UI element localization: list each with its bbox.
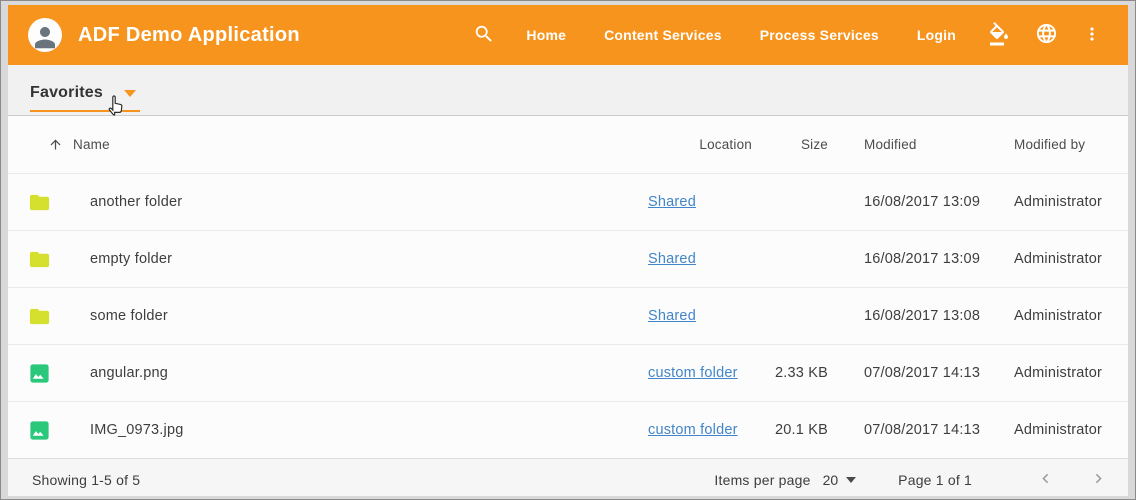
folder-icon: [28, 248, 76, 271]
folder-icon: [28, 305, 76, 328]
document-list: Name Location Size Modified Modified by …: [8, 116, 1128, 458]
modified-date: 07/08/2017 14:13: [828, 422, 1014, 438]
items-per-page: Items per page 20: [714, 468, 856, 492]
main-nav: Home Content Services Process Services L…: [507, 17, 975, 53]
language-button[interactable]: [1023, 16, 1070, 54]
nav-process-services[interactable]: Process Services: [741, 17, 898, 53]
modified-date: 16/08/2017 13:09: [828, 251, 1014, 267]
file-name: angular.png: [76, 365, 648, 381]
location-link[interactable]: Shared: [648, 308, 696, 324]
modified-by: Administrator: [1014, 365, 1114, 381]
items-per-page-select[interactable]: 20: [823, 468, 857, 492]
chevron-left-icon: [1036, 469, 1055, 491]
modified-date: 07/08/2017 14:13: [828, 365, 1014, 381]
app-title: ADF Demo Application: [78, 24, 300, 47]
modified-by: Administrator: [1014, 422, 1114, 438]
location-link[interactable]: Shared: [648, 194, 696, 210]
image-file-icon: [28, 419, 76, 442]
location-link[interactable]: custom folder: [648, 365, 738, 381]
file-name: IMG_0973.jpg: [76, 422, 648, 438]
chevron-right-icon: [1089, 469, 1108, 491]
view-tabstrip: Favorites: [8, 65, 1128, 116]
column-header-size[interactable]: Size: [752, 137, 828, 152]
image-file-icon: [28, 362, 76, 385]
previous-page-button[interactable]: [1032, 465, 1059, 495]
pagination-bar: Showing 1-5 of 5 Items per page 20 Page …: [8, 458, 1128, 496]
column-header-name[interactable]: Name: [28, 137, 648, 152]
adf-demo-app: ADF Demo Application Home Content Servic…: [8, 5, 1128, 496]
sort-ascending-icon: [48, 137, 63, 152]
page-status-label: Page 1 of 1: [898, 472, 972, 488]
table-header-row: Name Location Size Modified Modified by: [8, 116, 1128, 173]
file-name: some folder: [76, 308, 648, 324]
modified-by: Administrator: [1014, 308, 1114, 324]
theme-color-button[interactable]: [975, 16, 1023, 55]
next-page-button[interactable]: [1085, 465, 1112, 495]
file-size: 20.1 KB: [752, 422, 828, 438]
more-menu-button[interactable]: [1070, 18, 1114, 53]
modified-by: Administrator: [1014, 194, 1114, 210]
table-row[interactable]: angular.png custom folder 2.33 KB 07/08/…: [8, 344, 1128, 401]
file-size: 2.33 KB: [752, 365, 828, 381]
table-row[interactable]: some folder Shared 16/08/2017 13:08 Admi…: [8, 287, 1128, 344]
column-header-modified[interactable]: Modified: [828, 137, 1014, 152]
modified-date: 16/08/2017 13:08: [828, 308, 1014, 324]
items-per-page-label: Items per page: [714, 472, 810, 488]
location-link[interactable]: custom folder: [648, 422, 738, 438]
user-avatar-icon: [28, 18, 62, 52]
modified-date: 16/08/2017 13:09: [828, 194, 1014, 210]
nav-home[interactable]: Home: [507, 17, 585, 53]
column-header-modified-by[interactable]: Modified by: [1014, 137, 1114, 152]
table-row[interactable]: IMG_0973.jpg custom folder 20.1 KB 07/08…: [8, 401, 1128, 458]
nav-login[interactable]: Login: [898, 17, 975, 53]
search-icon: [473, 23, 495, 48]
chevron-down-icon: [124, 90, 136, 97]
file-name: empty folder: [76, 251, 648, 267]
table-row[interactable]: empty folder Shared 16/08/2017 13:09 Adm…: [8, 230, 1128, 287]
chevron-down-icon: [846, 477, 856, 483]
format-color-fill-icon: [987, 22, 1011, 49]
app-header: ADF Demo Application Home Content Servic…: [8, 5, 1128, 65]
showing-range-label: Showing 1-5 of 5: [32, 472, 140, 488]
file-name: another folder: [76, 194, 648, 210]
more-vert-icon: [1082, 24, 1102, 47]
location-link[interactable]: Shared: [648, 251, 696, 267]
folder-icon: [28, 191, 76, 214]
table-row[interactable]: another folder Shared 16/08/2017 13:09 A…: [8, 173, 1128, 230]
tab-favorites-label: Favorites: [30, 84, 103, 102]
modified-by: Administrator: [1014, 251, 1114, 267]
browser-window: ADF Demo Application Home Content Servic…: [0, 0, 1136, 500]
language-globe-icon: [1035, 22, 1058, 48]
tab-favorites[interactable]: Favorites: [30, 84, 140, 112]
search-button[interactable]: [461, 17, 507, 54]
column-header-location[interactable]: Location: [648, 137, 752, 152]
nav-content-services[interactable]: Content Services: [585, 17, 741, 53]
